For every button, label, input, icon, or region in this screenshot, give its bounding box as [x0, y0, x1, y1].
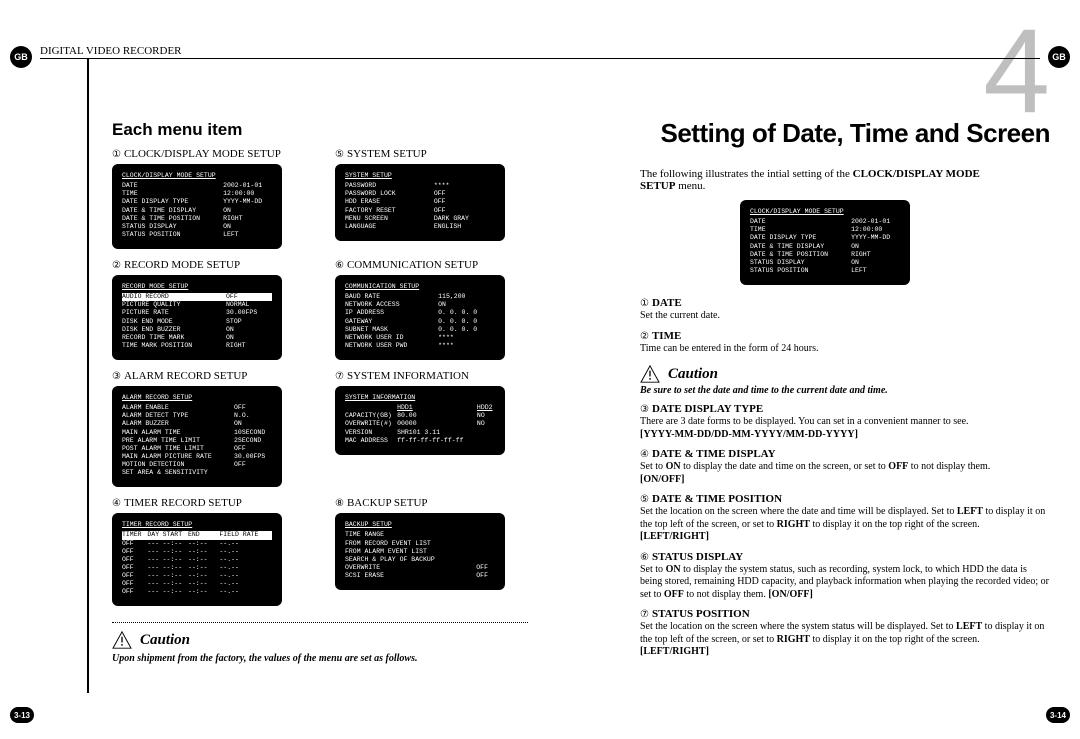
caution-right: Caution — [640, 365, 1050, 383]
left-gutter-rule — [87, 58, 89, 693]
menu-block: ②RECORD MODE SETUP RECORD MODE SETUPAUDIO… — [112, 259, 317, 360]
warning-icon — [640, 365, 660, 383]
menu-block: ①CLOCK/DISPLAY MODE SETUP CLOCK/DISPLAY M… — [112, 148, 317, 249]
menu-block: ③ALARM RECORD SETUP ALARM RECORD SETUPALA… — [112, 370, 317, 487]
caution-left: Caution — [112, 631, 528, 649]
osd-clock-display: CLOCK/DISPLAY MODE SETUPDATE2002-01-01TI… — [740, 200, 910, 285]
setting-item: ④DATE & TIME DISPLAYSet to ON to display… — [640, 448, 1050, 486]
caution-body-left: Upon shipment from the factory, the valu… — [112, 653, 528, 664]
osd-panel: CLOCK/DISPLAY MODE SETUPDATE2002-01-01TI… — [112, 164, 282, 249]
setting-item: ②TIMETime can be entered in the form of … — [640, 330, 1050, 356]
dotted-rule — [112, 622, 528, 623]
setting-item: ③DATE DISPLAY TYPEThere are 3 date forms… — [640, 403, 1050, 441]
lang-badge-left: GB — [10, 46, 32, 68]
osd-panel: RECORD MODE SETUPAUDIO RECORDOFFPICTURE … — [112, 275, 282, 360]
intro-pre: The following illustrates the intial set… — [640, 168, 853, 180]
menu-block: ⑦SYSTEM INFORMATION SYSTEM INFORMATIONHDD… — [335, 370, 540, 487]
osd-panel: COMMUNICATION SETUPBAUD RATE115,200NETWO… — [335, 275, 505, 360]
header-title: DIGITAL VIDEO RECORDER — [40, 43, 182, 59]
menu-label: ③ALARM RECORD SETUP — [112, 370, 317, 382]
osd-panel: BACKUP SETUPTIME RANGEFROM RECORD EVENT … — [335, 513, 505, 590]
page-number-right: 3-14 — [1046, 707, 1070, 723]
intro-text: The following illustrates the intial set… — [640, 168, 1010, 192]
chapter-title: Setting of Date, Time and Screen — [660, 118, 1050, 149]
menu-label: ④TIMER RECORD SETUP — [112, 497, 317, 509]
menu-label: ⑤SYSTEM SETUP — [335, 148, 540, 160]
caution-body-right: Be sure to set the date and time to the … — [640, 385, 1050, 396]
chapter-number: 4 — [983, 23, 1050, 119]
lang-badge-right: GB — [1048, 46, 1070, 68]
menu-label: ②RECORD MODE SETUP — [112, 259, 317, 271]
right-osd-wrap: CLOCK/DISPLAY MODE SETUPDATE2002-01-01TI… — [600, 200, 1050, 285]
intro-post: menu. — [675, 180, 705, 192]
menu-label: ⑧BACKUP SETUP — [335, 497, 540, 509]
menu-block: ⑥COMMUNICATION SETUP COMMUNICATION SETUPB… — [335, 259, 540, 360]
menu-label: ①CLOCK/DISPLAY MODE SETUP — [112, 148, 317, 160]
setting-item: ⑤DATE & TIME POSITIONSet the location on… — [640, 493, 1050, 544]
page-left: Each menu item ①CLOCK/DISPLAY MODE SETUP… — [100, 58, 540, 721]
left-heading: Each menu item — [112, 120, 540, 140]
right-list-bottom: ③DATE DISPLAY TYPEThere are 3 date forms… — [640, 403, 1050, 659]
menu-block: ④TIMER RECORD SETUP TIMER RECORD SETUPTIM… — [112, 497, 317, 606]
caution-label-right: Caution — [668, 366, 718, 383]
warning-icon — [112, 631, 132, 649]
osd-panel: TIMER RECORD SETUPTIMERDAYSTARTENDFIELD … — [112, 513, 282, 606]
setting-item: ⑦STATUS POSITIONSet the location on the … — [640, 608, 1050, 659]
setting-item: ⑥STATUS DISPLAYSet to ON to display the … — [640, 551, 1050, 602]
page-right: 4 Setting of Date, Time and Screen The f… — [600, 58, 1050, 721]
menu-block: ⑤SYSTEM SETUP SYSTEM SETUPPASSWORD****PAS… — [335, 148, 540, 249]
caution-label: Caution — [140, 632, 190, 649]
right-list-top: ①DATESet the current date. ②TIMETime can … — [640, 297, 1050, 355]
menu-label: ⑦SYSTEM INFORMATION — [335, 370, 540, 382]
osd-panel: SYSTEM INFORMATIONHDD1HDD2CAPACITY(GB)80… — [335, 386, 505, 455]
menu-label: ⑥COMMUNICATION SETUP — [335, 259, 540, 271]
menu-block: ⑧BACKUP SETUP BACKUP SETUPTIME RANGEFROM … — [335, 497, 540, 606]
osd-panel: ALARM RECORD SETUPALARM ENABLEOFFALARM D… — [112, 386, 282, 487]
setting-item: ①DATESet the current date. — [640, 297, 1050, 323]
page-number-left: 3-13 — [10, 707, 34, 723]
menu-grid: ①CLOCK/DISPLAY MODE SETUP CLOCK/DISPLAY M… — [112, 148, 540, 606]
osd-panel: SYSTEM SETUPPASSWORD****PASSWORD LOCKOFF… — [335, 164, 505, 241]
